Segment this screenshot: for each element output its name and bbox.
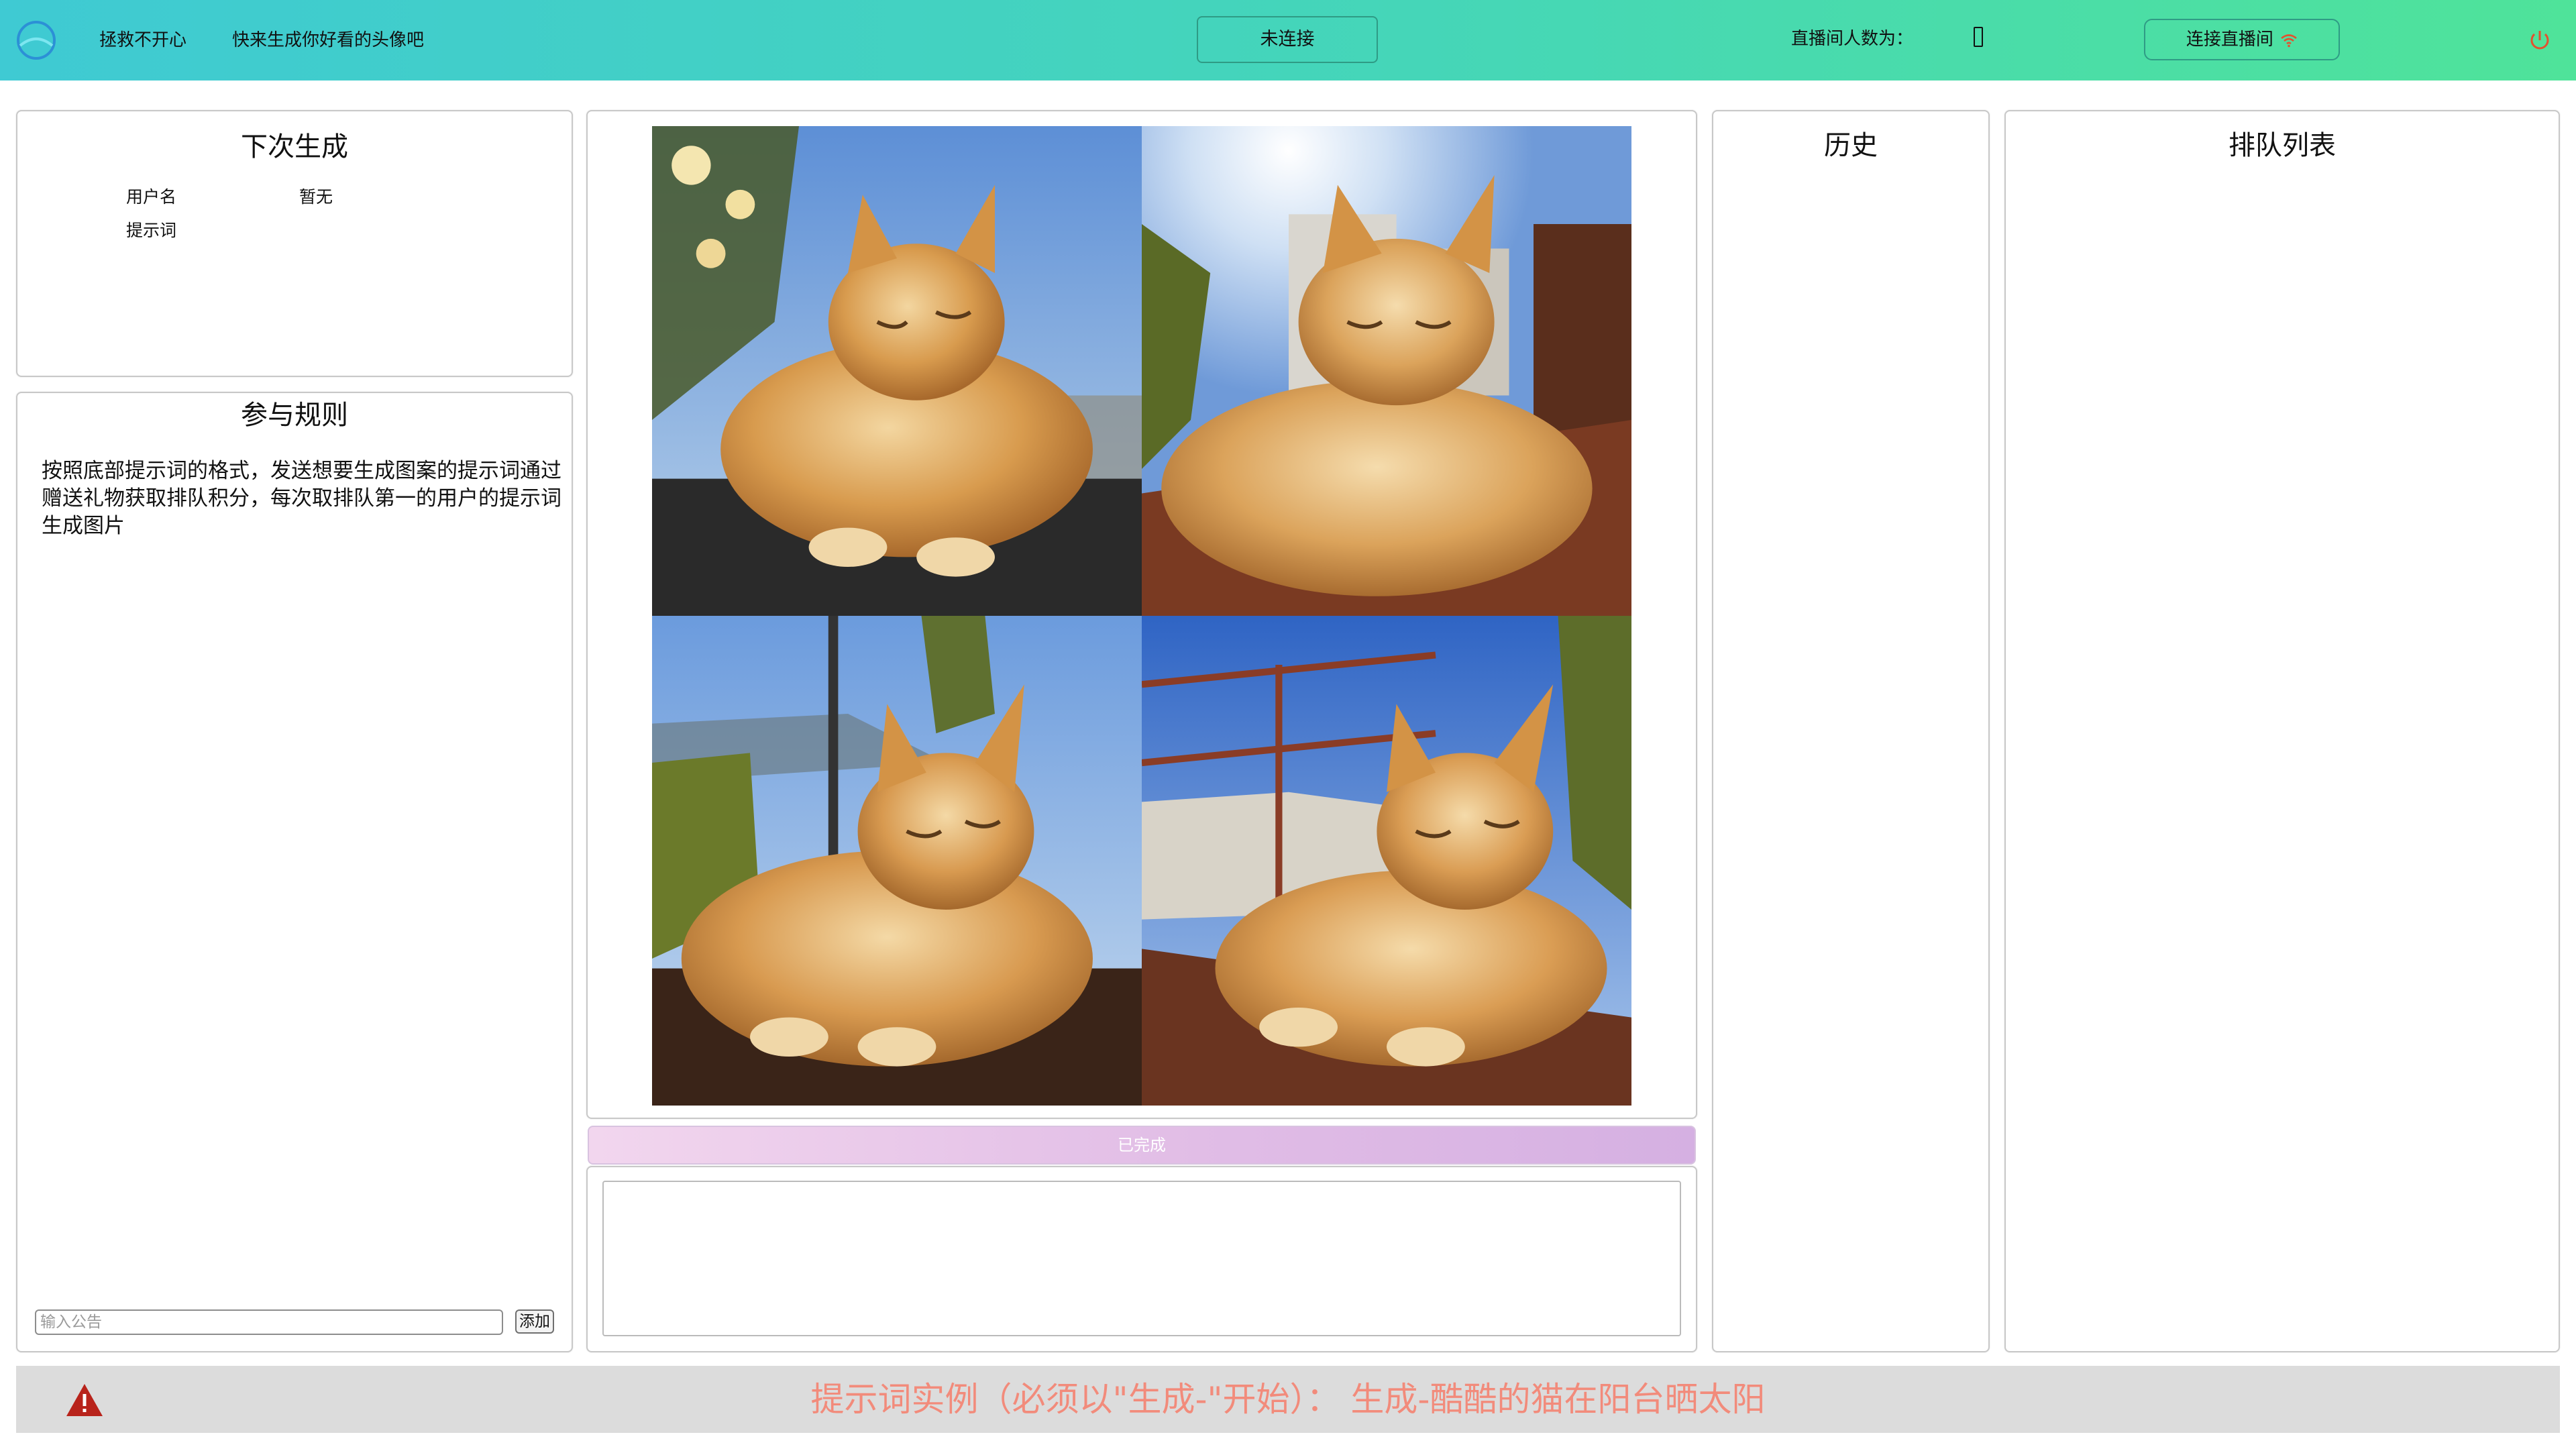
queue-title: 排队列表	[2229, 130, 2336, 161]
username-label: 用户名	[126, 187, 177, 207]
wifi-icon	[2281, 34, 2297, 47]
history-panel: 历史	[1712, 110, 1990, 1352]
viewer-count-value	[1974, 27, 1983, 47]
logo-icon	[17, 21, 56, 60]
prompt-example-text: 提示词实例（必须以"生成-"开始）： 生成-酷酷的猫在阳台晒太阳	[810, 1380, 1766, 1419]
nav-link-home[interactable]: 拯救不开心	[99, 28, 186, 52]
viewer-count-label: 直播间人数为：	[1791, 29, 1914, 49]
top-bar: 拯救不开心 快来生成你好看的头像吧 未连接 直播间人数为： 连接直播间	[0, 0, 2576, 80]
nav-link-avatar[interactable]: 快来生成你好看的头像吧	[232, 28, 424, 52]
rules-panel: 参与规则 按照底部提示词的格式，发送想要生成图案的提示词通过赠送礼物获取排队积分…	[16, 392, 573, 1352]
output-panel	[586, 1166, 1697, 1352]
notice-input[interactable]	[35, 1309, 503, 1335]
generated-image-1[interactable]	[652, 126, 1142, 616]
next-generation-title: 下次生成	[241, 131, 348, 162]
prompt-example-bar: 提示词实例（必须以"生成-"开始）： 生成-酷酷的猫在阳台晒太阳	[16, 1366, 2560, 1433]
prompt-label: 提示词	[126, 221, 177, 240]
generation-progress-bar: 已完成	[588, 1126, 1696, 1165]
username-value: 暂无	[299, 187, 333, 207]
generation-progress-label: 已完成	[1118, 1136, 1166, 1155]
generated-image-4[interactable]	[1142, 616, 1631, 1106]
rules-text: 按照底部提示词的格式，发送想要生成图案的提示词通过赠送礼物获取排队积分，每次取排…	[42, 459, 561, 538]
generated-image-grid	[652, 126, 1631, 1106]
add-notice-button[interactable]: 添加	[515, 1309, 554, 1334]
image-panel	[586, 110, 1697, 1119]
connect-live-button[interactable]: 连接直播间	[2144, 19, 2340, 60]
connect-live-label: 连接直播间	[2186, 30, 2273, 50]
rules-title: 参与规则	[241, 400, 348, 431]
connection-status-button[interactable]: 未连接	[1197, 16, 1378, 63]
generated-image-2[interactable]	[1142, 126, 1631, 616]
power-icon[interactable]	[2528, 28, 2552, 52]
queue-panel: 排队列表	[2004, 110, 2560, 1352]
generated-image-3[interactable]	[652, 616, 1142, 1106]
history-title: 历史	[1824, 130, 1878, 161]
output-text-area[interactable]	[602, 1181, 1681, 1336]
next-generation-panel: 下次生成 用户名 暂无 提示词	[16, 110, 573, 377]
